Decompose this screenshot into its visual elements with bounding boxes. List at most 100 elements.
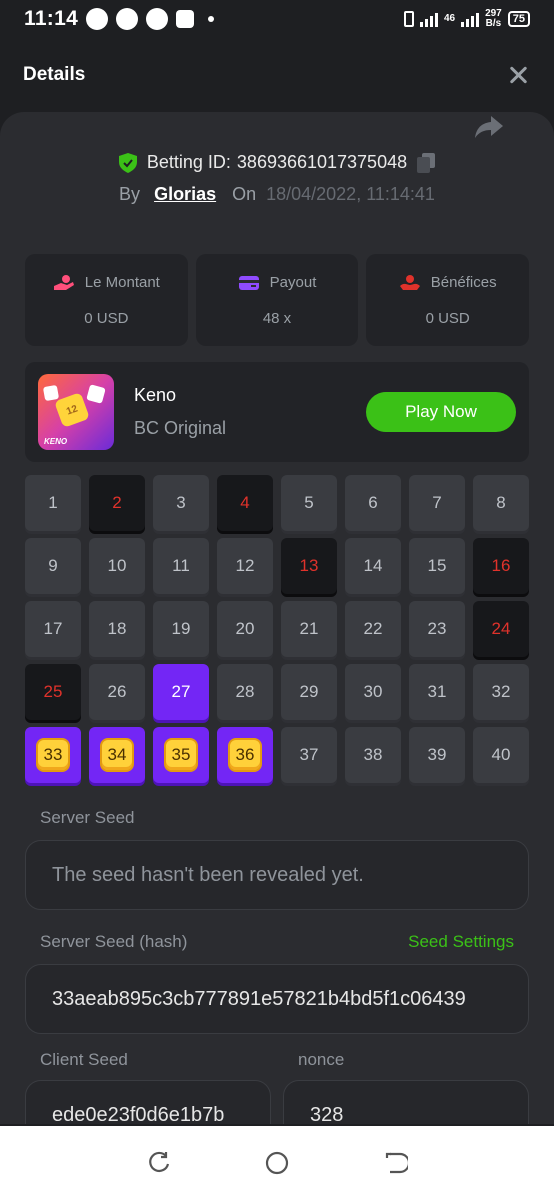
app-notification-icon xyxy=(176,10,195,28)
keno-cell-17: 17 xyxy=(25,601,81,657)
network-type: 46 xyxy=(443,13,456,24)
client-seed-field[interactable]: ede0e23f0d6e1b7b xyxy=(25,1080,271,1124)
more-notifications-icon xyxy=(208,16,215,22)
stat-profit-value: 0 USD xyxy=(425,309,470,327)
bet-details-panel: Betting ID: 38693661017375048 By Glorias… xyxy=(0,112,554,1124)
keno-cell-23: 23 xyxy=(409,601,465,657)
keno-cell-18: 18 xyxy=(89,601,145,657)
keno-cell-39: 39 xyxy=(409,727,465,783)
keno-cell-14: 14 xyxy=(345,538,401,594)
keno-hit-gem-icon: 36 xyxy=(228,738,262,772)
keno-cell-22: 22 xyxy=(345,601,401,657)
client-seed-label: Client Seed xyxy=(40,1050,128,1069)
stat-amount-label-row: Le Montant xyxy=(53,274,160,292)
keno-cell-30: 30 xyxy=(345,664,401,720)
keno-hit-gem-icon: 35 xyxy=(164,738,198,772)
keno-cell-10: 10 xyxy=(89,538,145,594)
signal-icon xyxy=(419,11,438,27)
keno-cell-3: 3 xyxy=(153,475,209,531)
verified-shield-icon xyxy=(118,152,137,173)
keno-thumbnail: 12 KENO xyxy=(38,374,114,450)
keno-cell-12: 12 xyxy=(217,538,273,594)
server-seed-label: Server Seed xyxy=(40,808,135,827)
keno-cell-8: 8 xyxy=(473,475,529,531)
keno-cell-4: 4 xyxy=(217,475,273,531)
game-name: Keno xyxy=(134,385,177,405)
keno-cell-2: 2 xyxy=(89,475,145,531)
keno-cell-34: 34 xyxy=(89,727,145,783)
keno-cell-6: 6 xyxy=(345,475,401,531)
keno-cell-13: 13 xyxy=(281,538,337,594)
keno-logo-text: KENO xyxy=(44,437,68,446)
bet-byline: By Glorias On 18/04/2022, 11:14:41 xyxy=(0,184,554,205)
bet-datetime: 18/04/2022, 11:14:41 xyxy=(266,184,435,204)
keno-cell-26: 26 xyxy=(89,664,145,720)
username-link[interactable]: Glorias xyxy=(154,184,216,205)
recents-icon[interactable] xyxy=(146,1150,172,1176)
stat-payout: Payout 48 x xyxy=(195,254,359,346)
nonce-label: nonce xyxy=(298,1050,345,1069)
keno-cell-5: 5 xyxy=(281,475,337,531)
stat-payout-label: Payout xyxy=(269,274,317,291)
stat-profit: Bénéfices 0 USD xyxy=(366,254,530,346)
betting-id-label: Betting ID: xyxy=(146,152,231,172)
keno-cell-28: 28 xyxy=(217,664,273,720)
keno-cell-31: 31 xyxy=(409,664,465,720)
share-icon[interactable] xyxy=(474,114,504,140)
keno-cell-36: 36 xyxy=(217,727,273,783)
keno-hit-gem-icon: 34 xyxy=(100,738,134,772)
keno-cell-32: 32 xyxy=(473,664,529,720)
seed-settings-link[interactable]: Seed Settings xyxy=(408,932,514,952)
stat-profit-label-row: Bénéfices xyxy=(399,274,497,292)
details-header: Details xyxy=(0,38,554,112)
notification-icons xyxy=(86,8,215,30)
status-time: 11:14 xyxy=(24,7,79,30)
card-icon xyxy=(238,275,259,290)
network-speed: 46 xyxy=(444,14,455,24)
stat-amount-label: Le Montant xyxy=(84,274,160,291)
copy-icon[interactable] xyxy=(417,152,436,173)
game-provider: BC Original xyxy=(134,418,227,438)
keno-cell-9: 9 xyxy=(25,538,81,594)
server-seed-field[interactable]: The seed hasn't been revealed yet. xyxy=(25,840,529,910)
system-nav-bar xyxy=(0,1126,554,1200)
server-seed-hash-field[interactable]: 33aeab895c3cb777891e57821b4bd5f1c06439 xyxy=(25,964,529,1034)
stat-payout-value: 48 x xyxy=(262,309,292,327)
keno-cell-25: 25 xyxy=(25,664,81,720)
keno-cell-20: 20 xyxy=(217,601,273,657)
snapchat-icon xyxy=(146,8,169,30)
keno-cell-40: 40 xyxy=(473,727,529,783)
keno-cell-1: 1 xyxy=(25,475,81,531)
signal-icon-2 xyxy=(461,11,480,27)
keno-cell-16: 16 xyxy=(473,538,529,594)
status-right: 46 297 B/s 75 xyxy=(403,9,530,29)
back-icon[interactable] xyxy=(382,1150,408,1176)
keno-cell-33: 33 xyxy=(25,727,81,783)
stat-amount: Le Montant 0 USD xyxy=(25,254,188,346)
by-label: By xyxy=(119,184,141,204)
keno-cell-38: 38 xyxy=(345,727,401,783)
profit-icon xyxy=(399,274,420,290)
keno-board: 1 2 3 4 5 6 7 8 9 10 11 12 13 14 15 16 17 18 19 20 21 22 23 24 2… xyxy=(25,475,529,783)
dice-icon xyxy=(42,384,60,402)
keno-hit-gem-icon: 33 xyxy=(36,738,70,772)
close-icon[interactable] xyxy=(505,62,531,88)
play-now-button[interactable]: Play Now xyxy=(366,392,516,432)
stat-profit-label: Bénéfices xyxy=(430,274,497,291)
betting-id-row: Betting ID: 38693661017375048 xyxy=(0,152,554,173)
on-label: On xyxy=(232,184,257,204)
battery-icon: 75 xyxy=(507,11,530,27)
keno-cell-7: 7 xyxy=(409,475,465,531)
server-seed-hash-label: Server Seed (hash) xyxy=(40,932,188,951)
nonce-field[interactable]: 328 xyxy=(283,1080,529,1124)
keno-cell-35: 35 xyxy=(153,727,209,783)
page-title: Details xyxy=(23,64,86,85)
data-rate: 297 B/s xyxy=(485,9,502,29)
game-info: Keno BC Original xyxy=(134,385,226,439)
home-icon[interactable] xyxy=(264,1150,290,1176)
facebook-icon xyxy=(116,8,139,30)
keno-cell-21: 21 xyxy=(281,601,337,657)
dice-icon-2 xyxy=(86,384,106,404)
keno-cell-15: 15 xyxy=(409,538,465,594)
bet-stats: Le Montant 0 USD Payout 48 x Bénéfices 0… xyxy=(25,254,530,346)
